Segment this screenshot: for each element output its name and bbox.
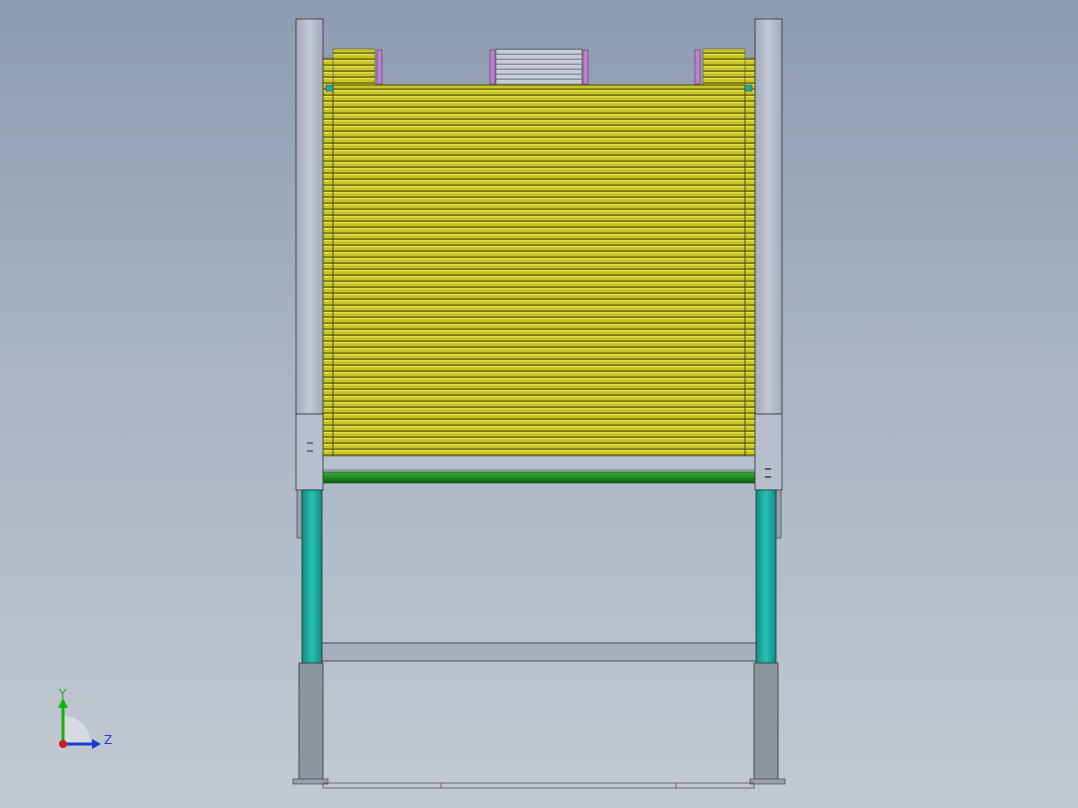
top-roller-group-left [332,48,376,86]
triad-x-origin [59,740,67,748]
leg-right[interactable] [755,489,777,665]
flange-right [694,49,701,85]
triad-z-arrow [92,739,101,749]
foot-left [298,662,324,782]
leg-left[interactable] [301,489,323,665]
bracket-left-lower [296,489,303,539]
triad-z-label: Z [104,733,112,747]
foot-right [753,662,779,782]
foot-plate-right [749,778,786,785]
bearing-housing-left [295,413,324,491]
bracket-left-top [325,84,334,92]
cad-viewport[interactable] [0,0,1078,808]
bracket-right-top [744,84,753,92]
flange-center-left [489,49,496,85]
flange-center-right [582,49,589,85]
lower-beam [321,642,757,662]
base-floor [322,782,755,789]
green-crossbar [322,471,756,484]
top-roller-group-center [495,48,583,86]
lower-shelf [322,455,756,471]
triad-y-label: Y [58,687,67,701]
triad-plane-quadrant [63,716,91,744]
post-left[interactable] [295,18,324,415]
side-roller-left [322,57,334,459]
bearing-housing-right [754,413,783,491]
bracket-right-lower [775,489,782,539]
orientation-triad: Y Z [58,687,112,749]
flange-left [376,49,383,85]
side-roller-right [744,57,756,459]
main-roller-bank[interactable] [332,84,746,465]
post-right[interactable] [754,18,783,415]
top-roller-group-right [702,48,746,86]
